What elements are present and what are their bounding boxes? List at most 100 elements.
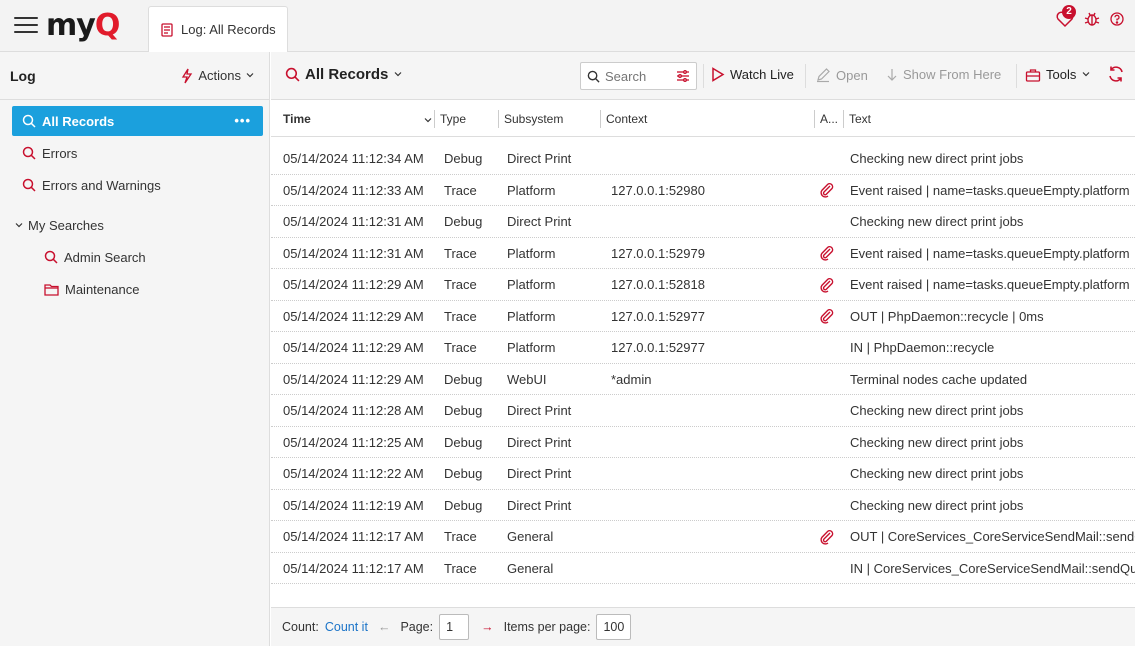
- view-title: All Records: [305, 66, 389, 83]
- attachment-icon[interactable]: [819, 521, 841, 552]
- cell-context: 127.0.0.1:52977: [611, 340, 705, 355]
- table-row[interactable]: 05/14/2024 11:12:29 AM Trace Platform 127.0…: [271, 269, 1135, 301]
- nav-item-all-records[interactable]: All Records •••: [12, 106, 263, 136]
- search-input[interactable]: [605, 68, 665, 84]
- attachment-icon[interactable]: [819, 238, 841, 269]
- table-row[interactable]: 05/14/2024 11:12:33 AM Trace Platform 127.0…: [271, 175, 1135, 206]
- cell-subsystem: Direct Print: [507, 151, 572, 166]
- chevron-down-icon[interactable]: [423, 114, 433, 128]
- open-label: Open: [836, 67, 868, 83]
- nav-item-label: Errors: [42, 145, 78, 161]
- search-icon: [22, 178, 36, 192]
- section-label: My Searches: [28, 217, 104, 233]
- cell-time: 05/14/2024 11:12:33 AM: [283, 182, 424, 198]
- refresh-button[interactable]: [1107, 65, 1125, 83]
- cell-subsystem: Direct Print: [507, 434, 572, 450]
- bug-icon[interactable]: [1083, 10, 1101, 28]
- hamburger-menu-icon[interactable]: [14, 17, 38, 35]
- cell-context: 127.0.0.1:52980: [611, 182, 705, 198]
- watch-live-button[interactable]: Watch Live: [711, 67, 794, 82]
- cell-text: IN | CoreServices_CoreServiceSendMail::s…: [850, 560, 1135, 576]
- column-header-attachment[interactable]: A...: [814, 101, 842, 137]
- more-options-icon[interactable]: •••: [234, 113, 251, 128]
- count-it-link[interactable]: Count it: [325, 620, 368, 634]
- arrow-left-icon[interactable]: ←: [378, 620, 391, 634]
- nav-item-maintenance[interactable]: Maintenance: [34, 274, 263, 304]
- show-from-here-button[interactable]: Show From Here: [886, 67, 1001, 82]
- tab-log-all-records[interactable]: Log: All Records: [148, 6, 288, 52]
- cell-context: *admin: [611, 371, 652, 387]
- table-row[interactable]: 05/14/2024 11:12:19 AM Debug Direct Print C…: [271, 490, 1135, 521]
- column-header-subsystem[interactable]: Subsystem: [498, 101, 600, 137]
- table-header: Time Type Subsystem Context A... Text: [271, 101, 1135, 137]
- log-nav: All Records ••• Errors Errors and Warnin…: [0, 100, 269, 304]
- table-row[interactable]: 05/14/2024 11:12:31 AM Debug Direct Print C…: [271, 206, 1135, 238]
- cell-time: 05/14/2024 11:12:29 AM: [283, 340, 424, 355]
- toolbar-divider: [1016, 64, 1017, 88]
- cell-text: Checking new direct print jobs: [850, 434, 1024, 450]
- toolbox-icon: [1025, 68, 1041, 82]
- column-header-text[interactable]: Text: [843, 101, 1135, 137]
- nav-item-errors-and-warnings[interactable]: Errors and Warnings: [12, 170, 263, 200]
- my-searches-section[interactable]: My Searches: [14, 210, 263, 240]
- attachment-icon[interactable]: [819, 175, 841, 206]
- cell-subsystem: Platform: [507, 245, 556, 261]
- cell-time: 05/14/2024 11:12:28 AM: [283, 403, 424, 418]
- cell-type: Trace: [444, 529, 477, 544]
- attachment-icon[interactable]: [819, 301, 841, 332]
- search-icon: [587, 70, 600, 83]
- nav-item-admin-search[interactable]: Admin Search: [34, 242, 263, 272]
- cell-type: Trace: [444, 340, 477, 355]
- chevron-down-icon: [14, 218, 24, 233]
- table-row[interactable]: 05/14/2024 11:12:29 AM Debug WebUI *admin Te…: [271, 364, 1135, 395]
- nav-item-label: Admin Search: [64, 249, 146, 265]
- cell-type: Debug: [444, 497, 483, 513]
- table-row[interactable]: 05/14/2024 11:12:17 AM Trace General OUT | …: [271, 521, 1135, 553]
- cell-time: 05/14/2024 11:12:19 AM: [283, 497, 424, 513]
- play-icon: [711, 67, 725, 82]
- cell-subsystem: Platform: [507, 182, 556, 198]
- table-row[interactable]: 05/14/2024 11:12:29 AM Trace Platform 127.0…: [271, 332, 1135, 364]
- cell-subsystem: Direct Print: [507, 403, 572, 418]
- cell-time: 05/14/2024 11:12:29 AM: [283, 371, 424, 387]
- cell-type: Trace: [444, 182, 477, 198]
- notifications-icon[interactable]: 2: [1055, 5, 1076, 28]
- items-per-page-label: Items per page:: [503, 620, 591, 634]
- arrow-down-icon: [886, 68, 898, 81]
- page-input[interactable]: 1: [439, 614, 470, 640]
- arrow-right-icon[interactable]: →: [481, 620, 494, 634]
- cell-text: OUT | CoreServices_CoreServiceSendMail::…: [850, 529, 1135, 544]
- nav-item-label: Errors and Warnings: [42, 177, 161, 193]
- table-row[interactable]: 05/14/2024 11:12:29 AM Trace Platform 127.0…: [271, 301, 1135, 332]
- cell-time: 05/14/2024 11:12:31 AM: [283, 245, 424, 261]
- tools-menu-button[interactable]: Tools: [1025, 67, 1091, 82]
- cell-text: OUT | PhpDaemon::recycle | 0ms: [850, 308, 1044, 324]
- help-icon[interactable]: [1109, 11, 1125, 27]
- cell-text: Event raised | name=tasks.queueEmpty.pla…: [850, 277, 1130, 292]
- cell-type: Debug: [444, 214, 483, 229]
- cell-time: 05/14/2024 11:12:34 AM: [283, 151, 424, 166]
- column-header-context[interactable]: Context: [600, 101, 814, 137]
- myq-logo[interactable]: myQ: [46, 8, 120, 43]
- cell-context: [611, 143, 811, 174]
- table-body: 05/14/2024 11:12:34 AM Debug Direct Print C…: [271, 143, 1135, 587]
- attachment-icon[interactable]: [819, 269, 841, 300]
- search-box[interactable]: [580, 62, 697, 90]
- view-selector[interactable]: All Records: [285, 66, 403, 83]
- open-button[interactable]: Open: [815, 67, 868, 83]
- column-header-time[interactable]: Time: [277, 101, 447, 137]
- column-header-type[interactable]: Type: [434, 101, 498, 137]
- table-row[interactable]: 05/14/2024 11:12:25 AM Debug Direct Print C…: [271, 427, 1135, 458]
- chevron-down-icon: [1081, 67, 1091, 82]
- filter-settings-icon[interactable]: [676, 69, 690, 83]
- table-row[interactable]: 05/14/2024 11:12:31 AM Trace Platform 127.0…: [271, 238, 1135, 269]
- cell-time: 05/14/2024 11:12:17 AM: [283, 529, 424, 544]
- nav-item-errors[interactable]: Errors: [12, 138, 263, 168]
- items-per-page-input[interactable]: 100: [596, 614, 632, 640]
- table-row[interactable]: 05/14/2024 11:12:34 AM Debug Direct Print C…: [271, 143, 1135, 175]
- table-row[interactable]: 05/14/2024 11:12:17 AM Trace General IN | C…: [271, 553, 1135, 584]
- table-row[interactable]: 05/14/2024 11:12:28 AM Debug Direct Print C…: [271, 395, 1135, 427]
- main-panel: All Records Watch Live Open Show From He…: [271, 52, 1135, 646]
- table-row[interactable]: 05/14/2024 11:12:22 AM Debug Direct Print C…: [271, 458, 1135, 490]
- actions-menu-button[interactable]: Actions: [180, 68, 255, 84]
